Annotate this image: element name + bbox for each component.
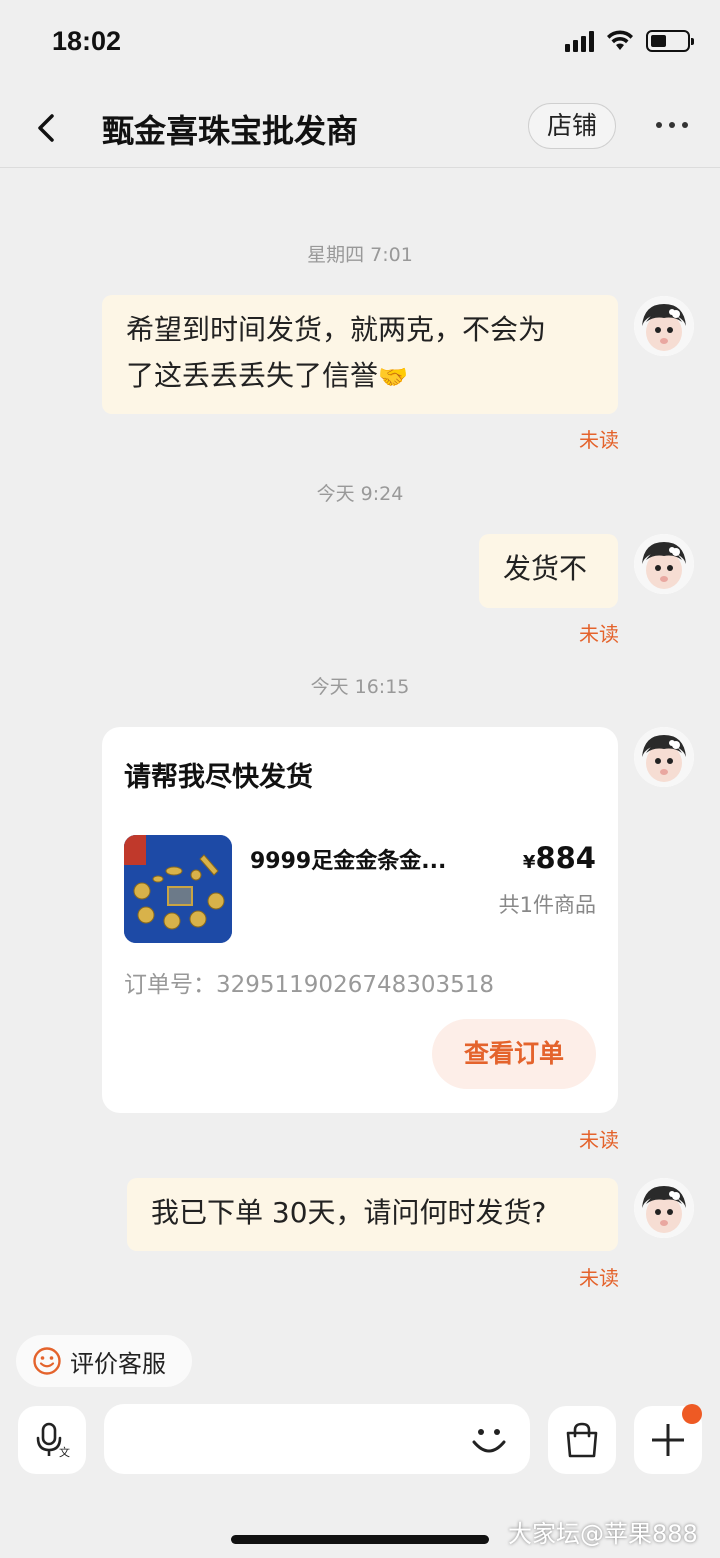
avatar[interactable] xyxy=(634,296,694,356)
baby-avatar-icon xyxy=(634,1178,694,1238)
product-thumbnail[interactable] xyxy=(124,835,232,943)
message-text-line2: 了这丢丢丢失了信誉🤝 xyxy=(126,359,408,392)
message-bubble: 发货不 xyxy=(479,534,618,608)
message-bubble: 我已下单 30天，请问何时发货? xyxy=(127,1178,618,1251)
smiley-icon xyxy=(33,1347,61,1375)
shop-button[interactable]: 店铺 xyxy=(528,103,616,149)
baby-avatar-icon xyxy=(634,296,694,356)
item-count: 共1件商品 xyxy=(498,893,596,917)
message-text: 发货不 xyxy=(503,552,588,585)
avatar[interactable] xyxy=(634,1178,694,1238)
svg-text:文: 文 xyxy=(59,1445,70,1459)
order-number: 订单号：3295119026748303518 xyxy=(124,972,495,998)
input-bar: 文 xyxy=(0,1400,720,1480)
back-arrow-icon[interactable] xyxy=(30,110,60,146)
unread-status: 未读 xyxy=(579,428,619,452)
handshake-emoji: 🤝 xyxy=(378,363,408,391)
emoji-button[interactable] xyxy=(466,1416,512,1466)
order-card[interactable]: 请帮我尽快发货 9999足金金条金... ¥884 共1件商品 订单号：3295… xyxy=(102,727,618,1113)
voice-input-button[interactable]: 文 xyxy=(18,1406,86,1474)
gold-bar-image-icon xyxy=(124,835,232,943)
product-price: ¥884 xyxy=(523,841,596,875)
currency-symbol: ¥ xyxy=(522,852,536,873)
message-bubble: 希望到时间发货，就两克，不会为 了这丢丢丢失了信誉🤝 xyxy=(102,295,618,414)
view-order-button[interactable]: 查看订单 xyxy=(432,1019,596,1089)
rate-service-label: 评价客服 xyxy=(70,1349,166,1378)
message-timestamp: 今天 16:15 xyxy=(310,676,410,698)
price-amount: 884 xyxy=(535,841,596,875)
status-icons xyxy=(565,30,694,52)
unread-status: 未读 xyxy=(579,1128,619,1152)
battery-icon xyxy=(646,30,694,52)
baby-avatar-icon xyxy=(634,534,694,594)
rate-service-button[interactable]: 评价客服 xyxy=(16,1335,192,1387)
unread-status: 未读 xyxy=(579,622,619,646)
message-timestamp: 星期四 7:01 xyxy=(307,244,413,266)
nav-bar: 甄金喜珠宝批发商 店铺 xyxy=(0,88,720,168)
notification-dot xyxy=(682,1404,702,1424)
message-text: 我已下单 30天，请问何时发货? xyxy=(151,1196,547,1229)
baby-avatar-icon xyxy=(634,727,694,787)
watermark: 大家坛@苹果888 xyxy=(508,1520,698,1548)
emoji-icon xyxy=(472,1429,506,1453)
wifi-icon xyxy=(607,30,633,50)
order-card-title: 请帮我尽快发货 xyxy=(124,762,313,793)
product-button[interactable] xyxy=(548,1406,616,1474)
plus-icon xyxy=(652,1424,684,1456)
status-time: 18:02 xyxy=(52,26,122,56)
message-timestamp: 今天 9:24 xyxy=(316,483,404,505)
page-title: 甄金喜珠宝批发商 xyxy=(102,112,359,150)
message-text: 希望到时间发货，就两克，不会为 xyxy=(126,313,547,346)
microphone-translate-icon: 文 xyxy=(36,1422,70,1459)
avatar[interactable] xyxy=(634,534,694,594)
more-options-icon[interactable] xyxy=(656,122,688,128)
avatar[interactable] xyxy=(634,727,694,787)
cellular-signal-icon xyxy=(565,30,594,52)
product-name: 9999足金金条金... xyxy=(250,849,447,874)
home-indicator[interactable] xyxy=(231,1535,489,1544)
shopping-bag-icon xyxy=(566,1422,598,1458)
status-bar: 18:02 xyxy=(0,0,720,88)
unread-status: 未读 xyxy=(579,1266,619,1290)
